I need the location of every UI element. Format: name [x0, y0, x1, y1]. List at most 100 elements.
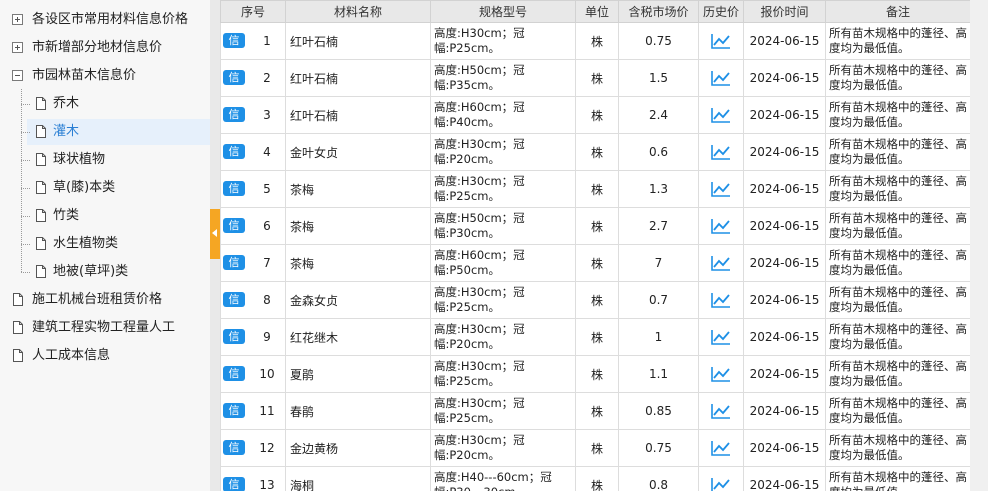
info-badge[interactable]: 信 [223, 477, 245, 491]
tree-item[interactable]: 地被(草坪)类 [27, 259, 210, 285]
history-cell [698, 96, 744, 134]
history-cell [698, 244, 744, 282]
unit-cell: 株 [575, 133, 619, 171]
unit-cell: 株 [575, 207, 619, 245]
tree-item[interactable]: 球状植物 [27, 147, 210, 173]
info-badge[interactable]: 信 [223, 329, 245, 344]
col-header-unit[interactable]: 单位 [575, 0, 619, 23]
tree-item[interactable]: 市新增部分地材信息价 [8, 35, 210, 61]
trend-chart-icon[interactable] [711, 440, 731, 456]
info-badge[interactable]: 信 [223, 366, 245, 381]
info-badge[interactable]: 信 [223, 144, 245, 159]
material-name: 红叶石楠 [285, 96, 431, 134]
info-badge[interactable]: 信 [223, 218, 245, 233]
trend-chart-icon[interactable] [711, 477, 731, 491]
table-row[interactable]: 信 11 春鹃 高度:H30cm；冠 幅:P25cm。株 0.85 2024-06-15 所… [220, 392, 971, 430]
table-row[interactable]: 信 4 金叶女贞 高度:H30cm；冠 幅:P20cm。株 0.6 2024-06-15 所… [220, 133, 971, 171]
trend-chart-icon[interactable] [711, 70, 731, 86]
price-cell: 0.6 [618, 133, 699, 171]
col-header-date[interactable]: 报价时间 [743, 0, 826, 23]
collapse-sidebar-button[interactable] [210, 209, 220, 259]
vertical-scrollbar[interactable] [970, 0, 988, 491]
unit-cell: 株 [575, 22, 619, 60]
expand-icon[interactable] [12, 42, 23, 53]
info-badge[interactable]: 信 [223, 292, 245, 307]
collapse-icon[interactable] [12, 70, 23, 81]
unit-cell: 株 [575, 170, 619, 208]
trend-chart-icon[interactable] [711, 33, 731, 49]
table-row[interactable]: 信 6 茶梅 高度:H50cm；冠 幅:P30cm。株 2.7 2024-06-15 所有苗… [220, 207, 971, 245]
tree-item-label: 球状植物 [53, 152, 106, 167]
info-badge[interactable]: 信 [223, 107, 245, 122]
col-header-seq[interactable]: 序号 [220, 0, 286, 23]
table-row[interactable]: 信 2 红叶石楠 高度:H50cm；冠 幅:P35cm。株 1.5 2024-06-15 所… [220, 59, 971, 97]
table-row[interactable]: 信 1 红叶石楠 高度:H30cm；冠 幅:P25cm。株 0.75 2024-06-15… [220, 22, 971, 60]
info-badge[interactable]: 信 [223, 255, 245, 270]
col-header-name[interactable]: 材料名称 [285, 0, 431, 23]
material-name: 红叶石楠 [285, 59, 431, 97]
trend-chart-icon[interactable] [711, 329, 731, 345]
tree-item[interactable]: 建筑工程实物工程量人工 [8, 315, 210, 341]
table-row[interactable]: 信 5 茶梅 高度:H30cm；冠 幅:P25cm。株 1.3 2024-06-15 所有苗… [220, 170, 971, 208]
unit-cell: 株 [575, 466, 619, 491]
table-row[interactable]: 信 12 金边黄杨 高度:H30cm；冠 幅:P20cm。株 0.75 2024-06-1… [220, 429, 971, 467]
table-row[interactable]: 信 3 红叶石楠 高度:H60cm；冠 幅:P40cm。株 2.4 2024-06-15 所… [220, 96, 971, 134]
seq-cell: 信 11 [220, 392, 286, 430]
tree-item-label: 乔木 [53, 96, 80, 111]
tree-item[interactable]: 乔木 [27, 91, 210, 117]
tree-item-label: 市园林苗木信息价 [32, 68, 137, 83]
table-row[interactable]: 信 13 海桐高度:H40---60cm；冠 幅:P30---30cm。株0.8 20… [220, 466, 971, 491]
document-icon [13, 293, 23, 306]
table-row[interactable]: 信 8 金森女贞 高度:H30cm；冠 幅:P25cm。株 0.7 2024-06-15 所… [220, 281, 971, 319]
tree-item[interactable]: 各设区市常用材料信息价格 [8, 7, 210, 33]
tree-item[interactable]: 草(膝)本类 [27, 175, 210, 201]
tree-item[interactable]: 水生植物类 [27, 231, 210, 257]
expand-icon[interactable] [12, 14, 23, 25]
table-row[interactable]: 信 7 茶梅 高度:H60cm；冠 幅:P50cm。株 7 2024-06-15 所有苗木规… [220, 244, 971, 282]
tree-connector-line [21, 132, 30, 133]
table-row[interactable]: 信 10 夏鹃 高度:H30cm；冠 幅:P25cm。株 1.1 2024-06-15 所有… [220, 355, 971, 393]
tree-item[interactable]: 市园林苗木信息价 [8, 63, 210, 89]
tree-item-label: 建筑工程实物工程量人工 [32, 320, 176, 335]
remark-cell: 所有苗木规格中的蓬径、高度均为最低值。 [825, 466, 971, 491]
price-cell: 1 [618, 318, 699, 356]
info-badge[interactable]: 信 [223, 33, 245, 48]
col-header-price[interactable]: 含税市场价 [618, 0, 699, 23]
material-name: 金叶女贞 [285, 133, 431, 171]
date-cell: 2024-06-15 [743, 207, 826, 245]
tree-item[interactable]: 人工成本信息 [8, 343, 210, 369]
spec-cell: 高度:H30cm；冠 幅:P20cm。 [430, 318, 576, 356]
table-row[interactable]: 信 9 红花继木 高度:H30cm；冠 幅:P20cm。株 1 2024-06-15 所有苗… [220, 318, 971, 356]
trend-chart-icon[interactable] [711, 218, 731, 234]
trend-chart-icon[interactable] [711, 144, 731, 160]
remark-cell: 所有苗木规格中的蓬径、高度均为最低值。 [825, 318, 971, 356]
price-cell: 0.7 [618, 281, 699, 319]
info-badge[interactable]: 信 [223, 403, 245, 418]
trend-chart-icon[interactable] [711, 255, 731, 271]
tree-item-label: 各设区市常用材料信息价格 [32, 12, 189, 27]
info-badge[interactable]: 信 [223, 440, 245, 455]
trend-chart-icon[interactable] [711, 107, 731, 123]
price-cell: 0.75 [618, 22, 699, 60]
document-icon [36, 181, 46, 194]
date-cell: 2024-06-15 [743, 355, 826, 393]
col-header-spec[interactable]: 规格型号 [430, 0, 576, 23]
info-badge[interactable]: 信 [223, 181, 245, 196]
col-header-remark[interactable]: 备注 [825, 0, 971, 23]
tree-item[interactable]: 灌木 [27, 119, 210, 145]
trend-chart-icon[interactable] [711, 181, 731, 197]
col-header-history[interactable]: 历史价 [698, 0, 744, 23]
price-cell: 7 [618, 244, 699, 282]
tree-item[interactable]: 竹类 [27, 203, 210, 229]
trend-chart-icon[interactable] [711, 366, 731, 382]
tree-connector-line [21, 244, 30, 245]
tree-connector-line [21, 188, 30, 189]
tree-item[interactable]: 施工机械台班租赁价格 [8, 287, 210, 313]
history-cell [698, 281, 744, 319]
remark-cell: 所有苗木规格中的蓬径、高度均为最低值。 [825, 207, 971, 245]
trend-chart-icon[interactable] [711, 292, 731, 308]
trend-chart-icon[interactable] [711, 403, 731, 419]
row-number: 13 [259, 478, 275, 491]
tree-connector-line [21, 216, 30, 217]
info-badge[interactable]: 信 [223, 70, 245, 85]
